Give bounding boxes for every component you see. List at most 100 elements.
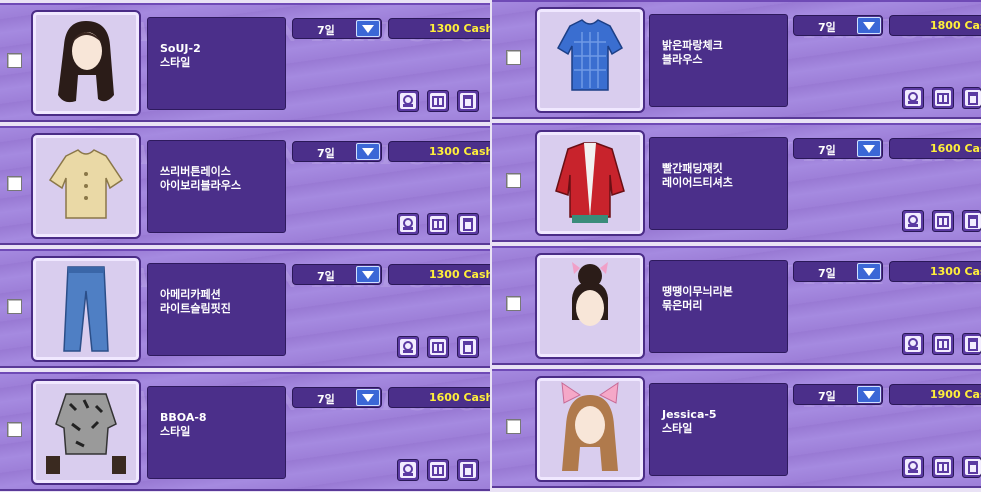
cart-item: AUDITION PART SHOPPING CART AUDITION 아메리… xyxy=(0,249,490,368)
item-name: 아메리카페션 라이트슬림핏진 xyxy=(160,288,231,315)
item-thumbnail xyxy=(31,256,141,362)
duration-value: 7일 xyxy=(818,390,836,403)
dropdown-arrow-icon[interactable] xyxy=(356,389,380,406)
gift-icon xyxy=(937,216,949,227)
gift-icon xyxy=(937,339,949,350)
delete-button[interactable] xyxy=(962,456,981,478)
try-on-icon xyxy=(403,464,413,476)
try-on-icon xyxy=(908,461,918,473)
delete-button[interactable] xyxy=(962,333,981,355)
gift-button[interactable] xyxy=(932,210,954,232)
delete-button[interactable] xyxy=(962,87,981,109)
item-checkbox[interactable] xyxy=(7,53,22,68)
dropdown-arrow-icon[interactable] xyxy=(356,143,380,160)
gift-button[interactable] xyxy=(932,333,954,355)
duration-select[interactable]: 7일 xyxy=(292,141,382,162)
item-price: 1900 Cas xyxy=(930,388,981,401)
price-box: 1600 Cash xyxy=(388,387,490,408)
item-price: 1300 Cash xyxy=(429,268,490,281)
try-on-button[interactable] xyxy=(902,333,924,355)
gift-button[interactable] xyxy=(427,459,449,481)
duration-value: 7일 xyxy=(818,144,836,157)
delete-button[interactable] xyxy=(457,336,479,358)
try-on-icon xyxy=(908,92,918,104)
item-name-box: 밝은파랑체크 블라우스 xyxy=(649,14,788,107)
item-checkbox[interactable] xyxy=(506,296,521,311)
try-on-button[interactable] xyxy=(902,456,924,478)
duration-select[interactable]: 7일 xyxy=(292,387,382,408)
duration-select[interactable]: 7일 xyxy=(793,261,883,282)
outfit-icon xyxy=(46,393,126,474)
dropdown-arrow-icon[interactable] xyxy=(857,17,881,34)
try-on-button[interactable] xyxy=(902,210,924,232)
duration-select[interactable]: 7일 xyxy=(793,15,883,36)
item-thumbnail xyxy=(535,130,645,236)
item-thumbnail xyxy=(535,7,645,113)
delete-button[interactable] xyxy=(962,210,981,232)
gift-button[interactable] xyxy=(932,87,954,109)
price-box: 1800 Cas xyxy=(889,15,981,36)
try-on-button[interactable] xyxy=(397,90,419,112)
gift-icon xyxy=(432,96,444,107)
item-price: 1600 Cas xyxy=(930,142,981,155)
item-price: 1300 Cash xyxy=(429,145,490,158)
blouse-icon xyxy=(48,149,124,219)
try-on-button[interactable] xyxy=(397,459,419,481)
trash-icon xyxy=(463,218,473,231)
cart-item: AUDITION PART SHOPPING CART AUDITION SoU… xyxy=(0,3,490,122)
duration-value: 7일 xyxy=(317,147,335,160)
item-name: Jessica-5 스타일 xyxy=(662,408,717,435)
item-name-box: 빨간패딩재킷 레이어드티셔츠 xyxy=(649,137,788,230)
try-on-icon xyxy=(908,338,918,350)
item-checkbox[interactable] xyxy=(7,176,22,191)
try-on-button[interactable] xyxy=(397,336,419,358)
delete-button[interactable] xyxy=(457,90,479,112)
gift-button[interactable] xyxy=(427,336,449,358)
dropdown-arrow-icon[interactable] xyxy=(857,140,881,157)
duration-value: 7일 xyxy=(317,393,335,406)
trash-icon xyxy=(968,215,978,228)
duration-select[interactable]: 7일 xyxy=(793,384,883,405)
duration-select[interactable]: 7일 xyxy=(292,264,382,285)
duration-select[interactable]: 7일 xyxy=(292,18,382,39)
dropdown-arrow-icon[interactable] xyxy=(857,386,881,403)
item-thumbnail xyxy=(31,10,141,116)
item-name: SoUJ-2 스타일 xyxy=(160,42,201,69)
item-name-box: 쓰리버튼레이스 아이보리블라우스 xyxy=(147,140,286,233)
try-on-button[interactable] xyxy=(397,213,419,235)
gift-button[interactable] xyxy=(427,213,449,235)
gift-button[interactable] xyxy=(427,90,449,112)
dropdown-arrow-icon[interactable] xyxy=(356,266,380,283)
trash-icon xyxy=(463,95,473,108)
try-on-button[interactable] xyxy=(902,87,924,109)
duration-value: 7일 xyxy=(818,21,836,34)
cart-item: AUDITION PART SHOPPING CART AUDITION 밝은파… xyxy=(492,0,981,119)
item-name: 땡땡이무늬리본 묶은머리 xyxy=(662,285,733,312)
delete-button[interactable] xyxy=(457,213,479,235)
dropdown-arrow-icon[interactable] xyxy=(356,20,380,37)
try-on-icon xyxy=(908,215,918,227)
trash-icon xyxy=(968,461,978,474)
delete-button[interactable] xyxy=(457,459,479,481)
item-name-box: Jessica-5 스타일 xyxy=(649,383,788,476)
try-on-icon xyxy=(403,341,413,353)
duration-value: 7일 xyxy=(317,24,335,37)
trash-icon xyxy=(968,338,978,351)
padded-jacket-icon xyxy=(555,142,625,223)
gift-icon xyxy=(432,342,444,353)
price-box: 1300 Cash xyxy=(388,141,490,162)
dropdown-arrow-icon[interactable] xyxy=(857,263,881,280)
item-name: 빨간패딩재킷 레이어드티셔츠 xyxy=(662,162,733,189)
price-box: 1900 Cas xyxy=(889,384,981,405)
item-name-box: SoUJ-2 스타일 xyxy=(147,17,286,110)
item-checkbox[interactable] xyxy=(7,299,22,314)
gift-button[interactable] xyxy=(932,456,954,478)
item-checkbox[interactable] xyxy=(506,50,521,65)
duration-select[interactable]: 7일 xyxy=(793,138,883,159)
item-name: 밝은파랑체크 블라우스 xyxy=(662,39,723,66)
item-checkbox[interactable] xyxy=(506,419,521,434)
item-checkbox[interactable] xyxy=(7,422,22,437)
cart-item: AUDITION PART SHOPPING CART AUDITION 쓰리버… xyxy=(0,126,490,245)
item-name: BBOA-8 스타일 xyxy=(160,411,207,438)
item-checkbox[interactable] xyxy=(506,173,521,188)
